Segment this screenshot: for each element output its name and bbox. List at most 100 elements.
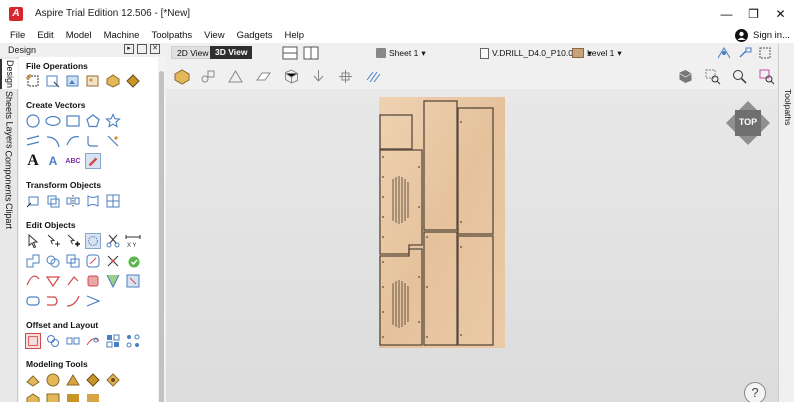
minimize-button[interactable]: — bbox=[713, 0, 740, 27]
material-icon[interactable] bbox=[172, 67, 190, 85]
two-rail-icon[interactable] bbox=[65, 372, 81, 388]
view-cube[interactable]: TOP bbox=[726, 101, 770, 145]
close-button[interactable]: ✕ bbox=[767, 0, 794, 27]
interactive-trim-icon[interactable] bbox=[85, 233, 101, 249]
fit-to-screen-icon[interactable] bbox=[758, 46, 772, 60]
fade-icon[interactable] bbox=[65, 392, 81, 402]
menu-model[interactable]: Model bbox=[60, 30, 98, 41]
auto-layout-text-icon[interactable]: A bbox=[45, 153, 61, 169]
menu-machine[interactable]: Machine bbox=[98, 30, 146, 41]
extrude-icon[interactable] bbox=[85, 372, 101, 388]
user-icon[interactable] bbox=[731, 27, 751, 43]
help-button[interactable]: ? bbox=[744, 382, 766, 402]
offset-icon[interactable] bbox=[25, 333, 41, 349]
import-image-icon[interactable] bbox=[85, 73, 101, 89]
material-sheet[interactable] bbox=[379, 97, 505, 348]
view-cube-label[interactable]: TOP bbox=[726, 117, 770, 127]
circular-array-icon[interactable] bbox=[65, 333, 81, 349]
triangle-view-icon[interactable] bbox=[226, 67, 244, 85]
fillet-icon[interactable] bbox=[85, 133, 101, 149]
shapes-icon[interactable] bbox=[199, 67, 217, 85]
nesting-icon[interactable] bbox=[125, 273, 141, 289]
origin-icon[interactable] bbox=[336, 67, 354, 85]
polygon-icon[interactable] bbox=[85, 113, 101, 129]
panel-scrollbar[interactable] bbox=[158, 57, 166, 402]
distort-model-icon[interactable] bbox=[45, 392, 61, 402]
menu-help[interactable]: Help bbox=[279, 30, 311, 41]
triangle-icon[interactable] bbox=[45, 273, 61, 289]
dimension-icon[interactable] bbox=[105, 133, 121, 149]
render-options-icon[interactable] bbox=[716, 46, 732, 60]
validate-icon[interactable] bbox=[125, 253, 141, 269]
menu-gadgets[interactable]: Gadgets bbox=[231, 30, 279, 41]
menu-toolpaths[interactable]: Toolpaths bbox=[145, 30, 198, 41]
polyline-icon[interactable] bbox=[25, 133, 41, 149]
mirror-icon[interactable] bbox=[65, 193, 81, 209]
scrollbar-thumb[interactable] bbox=[159, 71, 164, 402]
tab-sheets[interactable]: Sheets bbox=[0, 91, 18, 119]
arrow-down-icon[interactable] bbox=[309, 67, 327, 85]
pin-icon[interactable]: ▸ bbox=[124, 44, 134, 54]
join-vectors-icon[interactable] bbox=[65, 273, 81, 289]
hatch-icon[interactable] bbox=[364, 67, 382, 85]
copy-along-vectors-icon[interactable] bbox=[85, 333, 101, 349]
array-copy-icon[interactable] bbox=[45, 333, 61, 349]
tab-clipart[interactable]: Clipart bbox=[0, 203, 18, 229]
rectangle-icon[interactable] bbox=[65, 113, 81, 129]
panel-close-icon[interactable]: ✕ bbox=[150, 44, 160, 54]
toolpaths-tab[interactable]: Toolpaths bbox=[778, 43, 794, 402]
nest-parts-icon[interactable] bbox=[105, 333, 121, 349]
extend-vector-icon[interactable] bbox=[65, 293, 81, 309]
scissors-icon[interactable] bbox=[105, 233, 121, 249]
zoom-selection-icon[interactable] bbox=[757, 67, 775, 85]
offset-vector-icon[interactable] bbox=[85, 253, 101, 269]
star-icon[interactable] bbox=[105, 113, 121, 129]
panel-layout-icon[interactable] bbox=[137, 44, 147, 54]
level-selector[interactable]: Level 1 ▾ bbox=[572, 46, 622, 60]
sheet-selector[interactable]: Sheet 1 ▾ bbox=[376, 46, 426, 60]
measure-icon[interactable]: X Y bbox=[125, 233, 141, 249]
cube-outline-icon[interactable] bbox=[282, 67, 300, 85]
tab-3d-view[interactable]: 3D View bbox=[210, 46, 253, 59]
menu-edit[interactable]: Edit bbox=[31, 30, 59, 41]
shape-editor-icon[interactable] bbox=[25, 372, 41, 388]
plane-icon[interactable] bbox=[254, 67, 272, 85]
align-icon[interactable] bbox=[105, 193, 121, 209]
zoom-icon[interactable] bbox=[730, 67, 748, 85]
arc-icon[interactable] bbox=[45, 133, 61, 149]
tab-design[interactable]: Design bbox=[0, 59, 18, 89]
sign-in-link[interactable]: Sign in... bbox=[751, 30, 794, 41]
rounded-rectangle-icon[interactable] bbox=[25, 293, 41, 309]
text-on-curve-icon[interactable]: ABC bbox=[65, 153, 81, 169]
subtract-icon[interactable] bbox=[45, 253, 61, 269]
shaded-cube-icon[interactable] bbox=[676, 67, 694, 85]
texture-icon[interactable] bbox=[25, 392, 41, 402]
weld-icon[interactable] bbox=[25, 253, 41, 269]
move-icon[interactable] bbox=[25, 193, 41, 209]
restore-button[interactable]: ❐ bbox=[740, 0, 767, 27]
distort-icon[interactable] bbox=[85, 193, 101, 209]
circle-icon[interactable] bbox=[25, 113, 41, 129]
node-edit-icon[interactable] bbox=[45, 233, 61, 249]
ellipse-icon[interactable] bbox=[45, 113, 61, 129]
intersect-icon[interactable] bbox=[65, 253, 81, 269]
trim-icon[interactable] bbox=[105, 253, 121, 269]
merge-icon[interactable] bbox=[125, 333, 141, 349]
snap-icon[interactable] bbox=[737, 46, 753, 60]
smooth-icon[interactable] bbox=[85, 273, 101, 289]
select-icon[interactable] bbox=[25, 233, 41, 249]
split-vertical-icon[interactable] bbox=[303, 46, 319, 60]
menu-file[interactable]: File bbox=[0, 30, 31, 41]
sculpt-icon[interactable] bbox=[105, 372, 121, 388]
zoom-box-icon[interactable] bbox=[703, 67, 721, 85]
text-icon[interactable]: A bbox=[25, 152, 41, 169]
split-horizontal-icon[interactable] bbox=[282, 46, 298, 60]
model-icon[interactable] bbox=[125, 73, 141, 89]
dome-icon[interactable] bbox=[45, 372, 61, 388]
tilt-icon[interactable] bbox=[85, 392, 101, 402]
job-setup-icon[interactable] bbox=[25, 73, 41, 89]
tab-2d-view[interactable]: 2D View bbox=[171, 46, 215, 59]
chevron-vector-icon[interactable] bbox=[85, 293, 101, 309]
curve-fit-icon[interactable] bbox=[25, 273, 41, 289]
close-vector-icon[interactable] bbox=[45, 293, 61, 309]
